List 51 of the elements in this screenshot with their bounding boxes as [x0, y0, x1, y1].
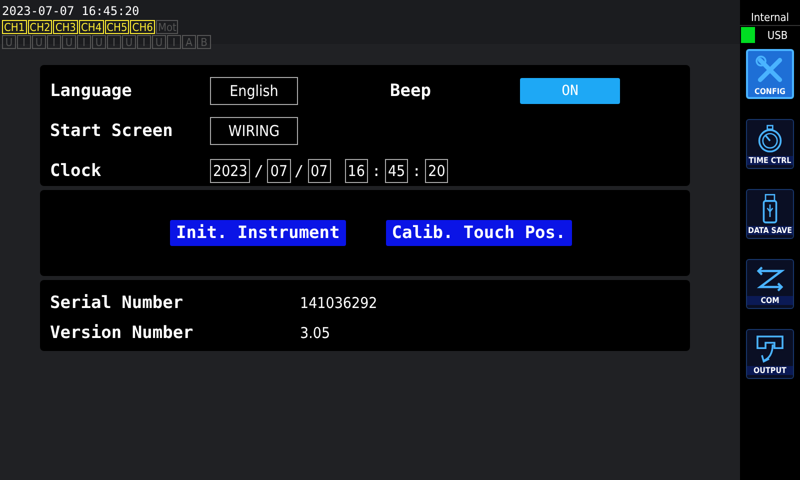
input-indicator: B	[197, 35, 211, 49]
clock-field[interactable]: 07	[267, 159, 291, 183]
input-indicator: U	[122, 35, 136, 49]
info-value: 3.05	[300, 324, 332, 342]
input-indicator: U	[152, 35, 166, 49]
info-label: Serial Number	[50, 293, 184, 313]
media-label: USB	[766, 28, 789, 42]
input-indicator: U	[32, 35, 46, 49]
info-value: 141036292	[300, 294, 378, 312]
nav-button[interactable]: COM	[746, 259, 794, 309]
datetime: 2023-07-07 16:45:20	[2, 5, 140, 17]
channel-indicator: Mot	[156, 20, 178, 34]
input-indicator: I	[77, 35, 91, 49]
action-button[interactable]: Calib. Touch Pos.	[386, 220, 572, 246]
channel-indicator: CH6	[130, 20, 155, 34]
channel-indicator: CH3	[53, 20, 78, 34]
clock-field[interactable]: 07	[308, 159, 331, 183]
action-button[interactable]: Init. Instrument	[170, 220, 346, 246]
setting-label: Start Screen	[50, 121, 174, 141]
input-indicator: U	[2, 35, 16, 49]
clock-separator: :	[411, 162, 422, 180]
input-indicator: U	[92, 35, 106, 49]
start-screen-field[interactable]: WIRING	[210, 117, 298, 145]
clock-separator: /	[253, 162, 264, 180]
clock-field[interactable]: 16	[344, 159, 368, 183]
nav-button[interactable]: TIME CTRL	[746, 119, 794, 169]
input-indicator: I	[137, 35, 151, 49]
input-indicator: I	[17, 35, 31, 49]
setting-label: Language	[50, 81, 133, 101]
channel-indicator: CH4	[78, 20, 104, 34]
clock-field[interactable]: 20	[425, 159, 448, 183]
channel-indicator: CH2	[28, 20, 52, 34]
nav-button[interactable]: DATA SAVE	[746, 189, 794, 239]
input-indicator: I	[167, 35, 181, 49]
nav-button[interactable]: OUTPUT	[746, 329, 794, 379]
clock-separator: /	[294, 162, 305, 180]
input-indicator: U	[62, 35, 76, 49]
language-field[interactable]: English	[210, 77, 298, 105]
clock-field[interactable]: 2023	[210, 159, 250, 183]
info-label: Version Number	[50, 323, 194, 343]
channel-indicator: CH5	[104, 20, 130, 34]
storage-label: Internal	[750, 10, 790, 25]
input-indicator: A	[182, 35, 196, 49]
nav-button[interactable]: CONFIG	[746, 49, 794, 99]
clock-separator: :	[370, 162, 382, 180]
input-indicator: I	[47, 35, 61, 49]
channel-indicator: CH1	[2, 20, 27, 34]
clock-field[interactable]: 45	[384, 159, 408, 183]
setting-label: Clock	[50, 161, 102, 181]
input-indicator: I	[107, 35, 121, 49]
setting-label: Beep	[390, 81, 432, 101]
